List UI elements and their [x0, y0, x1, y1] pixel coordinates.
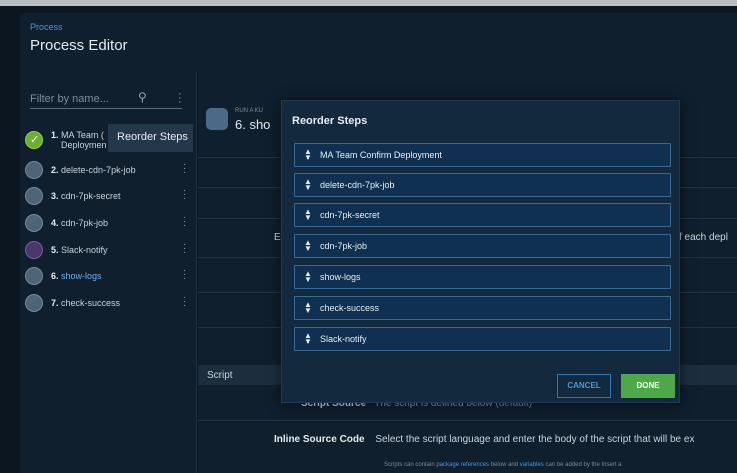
reorder-item-label: delete-cdn-7pk-job: [320, 180, 395, 190]
kubernetes-step-icon: [206, 108, 228, 130]
step-number: 4.: [51, 218, 59, 228]
step-menu-icon[interactable]: · · ·: [183, 186, 186, 204]
section-title: Script: [207, 370, 233, 381]
package-references-link[interactable]: package references: [436, 462, 489, 468]
step-name: delete-cdn-7pk-job: [61, 165, 136, 175]
step-number: 3.: [51, 191, 59, 201]
kubernetes-script-icon: [25, 267, 43, 285]
inline-source-label: Inline Source Code: [274, 434, 365, 445]
step-name: check-success: [61, 298, 121, 308]
step-item-2[interactable]: 2. delete-cdn-7pk-job · · ·: [25, 157, 195, 183]
step-menu-icon[interactable]: · · ·: [183, 160, 186, 178]
reorder-item-label: Slack-notify: [320, 334, 367, 344]
reorder-item[interactable]: ▲ ▼ delete-cdn-7pk-job: [294, 173, 671, 197]
step-item-7[interactable]: 7. check-success · · ·: [25, 290, 195, 316]
step-name: MA Team (: [61, 130, 104, 140]
drag-handle-icon[interactable]: ▲ ▼: [304, 148, 312, 162]
breadcrumb[interactable]: Process: [30, 22, 63, 32]
reorder-item-label: cdn-7pk-job: [320, 241, 368, 251]
reorder-item[interactable]: ▲ ▼ Slack-notify: [294, 327, 671, 351]
inline-source-text: Select the script language and enter the…: [375, 434, 695, 445]
step-number: 2.: [51, 165, 59, 175]
drag-handle-icon[interactable]: ▲ ▼: [304, 178, 312, 192]
step-number: 6.: [51, 271, 59, 281]
step-type-label: RUN A KU: [235, 108, 264, 114]
kubernetes-secret-icon: [25, 187, 43, 205]
step-number: 5.: [51, 245, 59, 255]
kubernetes-job-icon: [25, 214, 43, 232]
step-menu-icon[interactable]: · · ·: [183, 213, 186, 231]
field-text-partial: f each depl: [679, 232, 728, 243]
kubernetes-job-icon: [25, 161, 43, 179]
step-item-6[interactable]: 6. show-logs · · ·: [25, 263, 195, 289]
reorder-steps-dialog: Reorder Steps ▲ ▼ MA Team Confirm Deploym…: [281, 100, 680, 403]
step-menu-icon[interactable]: · · ·: [183, 266, 186, 284]
kubernetes-script-icon: [25, 294, 43, 312]
success-check-icon: [25, 131, 43, 149]
reorder-item[interactable]: ▲ ▼ MA Team Confirm Deployment: [294, 143, 671, 167]
hint-text: can be added by the Insert a: [543, 462, 622, 468]
step-name: cdn-7pk-secret: [61, 191, 121, 201]
reorder-item-label: show-logs: [320, 272, 361, 282]
cancel-button[interactable]: CANCEL: [557, 374, 611, 398]
reorder-item-label: cdn-7pk-secret: [320, 210, 380, 220]
step-menu-icon[interactable]: · · ·: [183, 240, 186, 258]
reorder-item-label: MA Team Confirm Deployment: [320, 150, 442, 160]
hint-text: Scripts can contain: [384, 462, 437, 468]
reorder-item[interactable]: ▲ ▼ check-success: [294, 296, 671, 320]
inline-source-row: Inline Source Code Select the script lan…: [274, 434, 694, 445]
step-number: 7.: [51, 298, 59, 308]
slack-icon: [25, 241, 43, 259]
field-label-partial: E: [274, 232, 281, 243]
script-hint: Scripts can contain package references b…: [384, 462, 622, 468]
drag-handle-icon[interactable]: ▲ ▼: [304, 239, 312, 253]
step-name: show-logs: [61, 271, 102, 281]
step-title: 6. sho: [235, 117, 271, 132]
step-item-3[interactable]: 3. cdn-7pk-secret · · ·: [25, 183, 195, 209]
reorder-item[interactable]: ▲ ▼ show-logs: [294, 265, 671, 289]
filter-placeholder: Filter by name...: [30, 93, 109, 105]
reorder-item[interactable]: ▲ ▼ cdn-7pk-job: [294, 234, 671, 258]
page-title: Process Editor: [30, 37, 128, 54]
step-name: Slack-notify: [61, 245, 108, 255]
drag-handle-icon[interactable]: ▲ ▼: [304, 208, 312, 222]
hint-text: below and: [489, 462, 520, 468]
step-menu-icon[interactable]: · · ·: [183, 293, 186, 311]
reorder-item-label: check-success: [320, 303, 380, 313]
drag-handle-icon[interactable]: ▲ ▼: [304, 270, 312, 284]
dialog-title: Reorder Steps: [292, 115, 368, 127]
search-icon[interactable]: ⚲: [138, 90, 147, 104]
more-options-icon[interactable]: · · ·: [178, 89, 182, 108]
divider: [198, 420, 737, 421]
drag-handle-icon[interactable]: ▲ ▼: [304, 301, 312, 315]
step-item-4[interactable]: 4. cdn-7pk-job · · ·: [25, 210, 195, 236]
step-name: cdn-7pk-job: [61, 218, 109, 228]
step-name-cont: Deploymen: [61, 140, 107, 150]
step-number: 1.: [51, 130, 59, 140]
page-header: Process Process Editor: [20, 13, 737, 72]
variables-link[interactable]: variables: [520, 462, 544, 468]
reorder-steps-tooltip: Reorder Steps: [108, 124, 193, 152]
filter-input[interactable]: Filter by name... ⚲: [30, 89, 182, 109]
done-button[interactable]: DONE: [621, 374, 675, 398]
step-item-5[interactable]: 5. Slack-notify · · ·: [25, 237, 195, 263]
reorder-item[interactable]: ▲ ▼ cdn-7pk-secret: [294, 203, 671, 227]
drag-handle-icon[interactable]: ▲ ▼: [304, 332, 312, 346]
